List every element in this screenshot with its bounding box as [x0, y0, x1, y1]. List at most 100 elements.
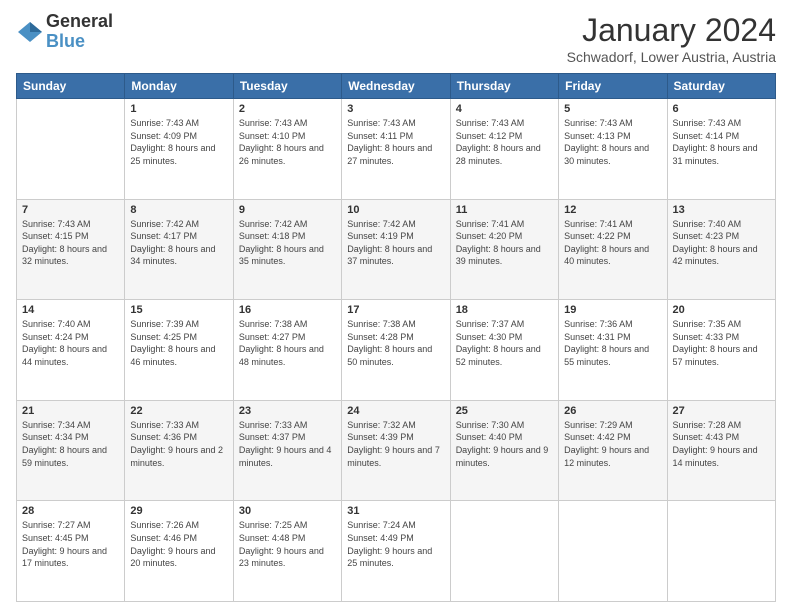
day-number: 26 — [564, 405, 661, 417]
day-number: 9 — [239, 204, 336, 216]
day-info: Sunrise: 7:26 AMSunset: 4:46 PMDaylight:… — [130, 519, 227, 569]
calendar-cell: 2 Sunrise: 7:43 AMSunset: 4:10 PMDaylight… — [233, 99, 341, 200]
day-number: 2 — [239, 103, 336, 115]
title-area: January 2024 Schwadorf, Lower Austria, A… — [567, 12, 776, 65]
month-title: January 2024 — [567, 12, 776, 49]
calendar-cell: 8 Sunrise: 7:42 AMSunset: 4:17 PMDaylight… — [125, 199, 233, 300]
day-number: 11 — [456, 204, 553, 216]
day-number: 14 — [22, 304, 119, 316]
location-title: Schwadorf, Lower Austria, Austria — [567, 49, 776, 65]
day-number: 28 — [22, 505, 119, 517]
calendar-cell: 15 Sunrise: 7:39 AMSunset: 4:25 PMDayligh… — [125, 300, 233, 401]
day-info: Sunrise: 7:43 AMSunset: 4:09 PMDaylight:… — [130, 117, 227, 167]
calendar-cell: 10 Sunrise: 7:42 AMSunset: 4:19 PMDayligh… — [342, 199, 450, 300]
day-number: 20 — [673, 304, 770, 316]
calendar-cell: 30Sunrise: 7:25 AMSunset: 4:48 PMDayligh… — [233, 501, 341, 602]
day-number: 29 — [130, 505, 227, 517]
day-number: 15 — [130, 304, 227, 316]
day-number: 19 — [564, 304, 661, 316]
calendar-cell — [559, 501, 667, 602]
calendar-cell — [17, 99, 125, 200]
calendar-table: SundayMondayTuesdayWednesdayThursdayFrid… — [16, 73, 776, 602]
day-info: Sunrise: 7:43 AMSunset: 4:13 PMDaylight:… — [564, 117, 661, 167]
calendar-cell: 26 Sunrise: 7:29 AMSunset: 4:42 PMDayligh… — [559, 400, 667, 501]
calendar-cell: 11 Sunrise: 7:41 AMSunset: 4:20 PMDayligh… — [450, 199, 558, 300]
day-info: Sunrise: 7:42 AMSunset: 4:18 PMDaylight:… — [239, 218, 336, 268]
calendar-cell: 6Sunrise: 7:43 AMSunset: 4:14 PMDaylight… — [667, 99, 775, 200]
logo-general-text: General — [46, 12, 113, 32]
day-number: 3 — [347, 103, 444, 115]
day-info: Sunrise: 7:25 AMSunset: 4:48 PMDaylight:… — [239, 519, 336, 569]
day-number: 8 — [130, 204, 227, 216]
calendar-cell: 20 Sunrise: 7:35 AMSunset: 4:33 PMDayligh… — [667, 300, 775, 401]
day-info: Sunrise: 7:42 AMSunset: 4:17 PMDaylight:… — [130, 218, 227, 268]
day-info: Sunrise: 7:29 AMSunset: 4:42 PMDaylight:… — [564, 419, 661, 469]
day-info: Sunrise: 7:28 AMSunset: 4:43 PMDaylight:… — [673, 419, 770, 469]
day-number: 18 — [456, 304, 553, 316]
day-number: 6 — [673, 103, 770, 115]
day-info: Sunrise: 7:35 AMSunset: 4:33 PMDaylight:… — [673, 318, 770, 368]
day-info: Sunrise: 7:41 AMSunset: 4:20 PMDaylight:… — [456, 218, 553, 268]
calendar-cell: 31 Sunrise: 7:24 AMSunset: 4:49 PMDayligh… — [342, 501, 450, 602]
day-info: Sunrise: 7:43 AMSunset: 4:11 PMDaylight:… — [347, 117, 444, 167]
day-number: 31 — [347, 505, 444, 517]
day-info: Sunrise: 7:43 AMSunset: 4:15 PMDaylight:… — [22, 218, 119, 268]
day-number: 13 — [673, 204, 770, 216]
day-info: Sunrise: 7:37 AMSunset: 4:30 PMDaylight:… — [456, 318, 553, 368]
calendar-page: General Blue January 2024 Schwadorf, Low… — [0, 0, 792, 612]
day-number: 22 — [130, 405, 227, 417]
day-number: 4 — [456, 103, 553, 115]
header: General Blue January 2024 Schwadorf, Low… — [16, 12, 776, 65]
day-number: 16 — [239, 304, 336, 316]
calendar-cell: 17 Sunrise: 7:38 AMSunset: 4:28 PMDayligh… — [342, 300, 450, 401]
calendar-cell: 23 Sunrise: 7:33 AMSunset: 4:37 PMDayligh… — [233, 400, 341, 501]
calendar-cell: 3 Sunrise: 7:43 AMSunset: 4:11 PMDaylight… — [342, 99, 450, 200]
calendar-cell: 9 Sunrise: 7:42 AMSunset: 4:18 PMDaylight… — [233, 199, 341, 300]
day-number: 7 — [22, 204, 119, 216]
calendar-cell: 18 Sunrise: 7:37 AMSunset: 4:30 PMDayligh… — [450, 300, 558, 401]
day-number: 24 — [347, 405, 444, 417]
calendar-cell: 27 Sunrise: 7:28 AMSunset: 4:43 PMDayligh… — [667, 400, 775, 501]
day-info: Sunrise: 7:30 AMSunset: 4:40 PMDaylight:… — [456, 419, 553, 469]
day-number: 27 — [673, 405, 770, 417]
calendar-cell: 7 Sunrise: 7:43 AMSunset: 4:15 PMDaylight… — [17, 199, 125, 300]
day-info: Sunrise: 7:43 AMSunset: 4:12 PMDaylight:… — [456, 117, 553, 167]
weekday-header-thursday: Thursday — [450, 74, 558, 99]
calendar-cell — [450, 501, 558, 602]
day-number: 1 — [130, 103, 227, 115]
day-number: 23 — [239, 405, 336, 417]
calendar-cell: 1 Sunrise: 7:43 AMSunset: 4:09 PMDaylight… — [125, 99, 233, 200]
weekday-header-tuesday: Tuesday — [233, 74, 341, 99]
day-info: Sunrise: 7:34 AMSunset: 4:34 PMDaylight:… — [22, 419, 119, 469]
day-number: 5 — [564, 103, 661, 115]
calendar-cell: 24Sunrise: 7:32 AMSunset: 4:39 PMDayligh… — [342, 400, 450, 501]
logo-area: General Blue — [16, 12, 113, 52]
day-info: Sunrise: 7:39 AMSunset: 4:25 PMDaylight:… — [130, 318, 227, 368]
day-info: Sunrise: 7:40 AMSunset: 4:23 PMDaylight:… — [673, 218, 770, 268]
day-info: Sunrise: 7:38 AMSunset: 4:27 PMDaylight:… — [239, 318, 336, 368]
calendar-cell: 22 Sunrise: 7:33 AMSunset: 4:36 PMDayligh… — [125, 400, 233, 501]
day-info: Sunrise: 7:33 AMSunset: 4:37 PMDaylight:… — [239, 419, 336, 469]
calendar-cell: 25 Sunrise: 7:30 AMSunset: 4:40 PMDayligh… — [450, 400, 558, 501]
day-info: Sunrise: 7:36 AMSunset: 4:31 PMDaylight:… — [564, 318, 661, 368]
logo-icon — [16, 18, 44, 46]
day-number: 21 — [22, 405, 119, 417]
calendar-cell: 28Sunrise: 7:27 AMSunset: 4:45 PMDayligh… — [17, 501, 125, 602]
day-number: 17 — [347, 304, 444, 316]
calendar-cell: 29 Sunrise: 7:26 AMSunset: 4:46 PMDayligh… — [125, 501, 233, 602]
calendar-cell: 12Sunrise: 7:41 AMSunset: 4:22 PMDayligh… — [559, 199, 667, 300]
calendar-cell — [667, 501, 775, 602]
day-number: 25 — [456, 405, 553, 417]
weekday-header-sunday: Sunday — [17, 74, 125, 99]
day-info: Sunrise: 7:33 AMSunset: 4:36 PMDaylight:… — [130, 419, 227, 469]
day-number: 10 — [347, 204, 444, 216]
weekday-header-saturday: Saturday — [667, 74, 775, 99]
day-number: 12 — [564, 204, 661, 216]
day-info: Sunrise: 7:38 AMSunset: 4:28 PMDaylight:… — [347, 318, 444, 368]
day-info: Sunrise: 7:42 AMSunset: 4:19 PMDaylight:… — [347, 218, 444, 268]
day-info: Sunrise: 7:24 AMSunset: 4:49 PMDaylight:… — [347, 519, 444, 569]
calendar-cell: 13 Sunrise: 7:40 AMSunset: 4:23 PMDayligh… — [667, 199, 775, 300]
day-info: Sunrise: 7:43 AMSunset: 4:10 PMDaylight:… — [239, 117, 336, 167]
calendar-cell: 4 Sunrise: 7:43 AMSunset: 4:12 PMDaylight… — [450, 99, 558, 200]
calendar-cell: 5 Sunrise: 7:43 AMSunset: 4:13 PMDaylight… — [559, 99, 667, 200]
